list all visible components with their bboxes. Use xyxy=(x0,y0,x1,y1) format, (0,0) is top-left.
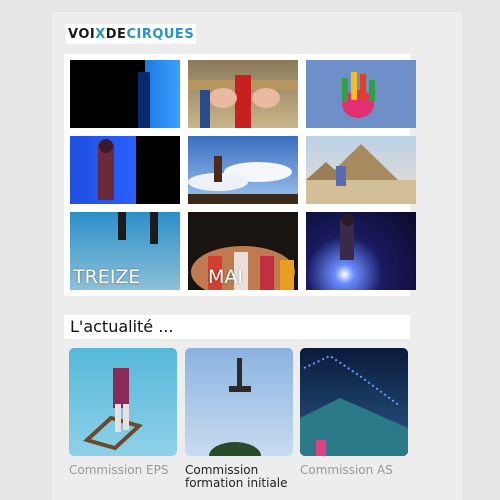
mai-crowd-icon xyxy=(191,246,295,290)
card-label-eps[interactable]: Commission EPS xyxy=(69,464,184,477)
eps-image-icon xyxy=(83,368,143,451)
card-label-as[interactable]: Commission AS xyxy=(300,464,410,477)
grid-tile-performer-blue[interactable] xyxy=(70,136,180,204)
pyramids-icon xyxy=(306,144,416,204)
photo-grid: TREIZE MAI xyxy=(64,54,416,296)
grid-tile-mai[interactable]: MAI xyxy=(188,212,298,290)
as-tent-icon xyxy=(300,354,408,456)
performer-silhouette-icon xyxy=(98,139,114,200)
tile-caption-mai: MAI xyxy=(208,266,243,288)
card-commission-as[interactable] xyxy=(300,348,408,456)
card-commission-eps[interactable] xyxy=(69,348,177,456)
acrobat-sky-icon xyxy=(188,156,298,204)
grid-tile-painted-hand[interactable] xyxy=(306,60,416,128)
news-heading: L'actualité ... xyxy=(70,317,174,336)
grid-tile-treize[interactable]: TREIZE xyxy=(70,212,180,290)
grid-tile-aerial-straps[interactable] xyxy=(188,60,298,128)
grid-tile-pyramids[interactable] xyxy=(306,136,416,204)
site-logo[interactable]: VOI X DE CIRQUES xyxy=(66,24,197,44)
grid-tile-dancer-blue[interactable] xyxy=(70,60,180,128)
card-commission-formation[interactable] xyxy=(185,348,293,456)
grid-tile-acrobat-sky[interactable] xyxy=(188,136,298,204)
straps-image-icon xyxy=(188,75,298,128)
dancer-silhouette-icon xyxy=(138,72,150,128)
card-label-formation[interactable]: Commission formation initiale xyxy=(185,464,295,490)
tile-caption-treize: TREIZE xyxy=(73,266,141,288)
formation-image-icon xyxy=(209,358,261,456)
stage-performer-icon xyxy=(340,214,354,260)
painted-hand-icon xyxy=(342,72,375,118)
news-section-header: L'actualité ... xyxy=(64,315,410,339)
grid-tile-stage-light[interactable] xyxy=(306,212,416,290)
